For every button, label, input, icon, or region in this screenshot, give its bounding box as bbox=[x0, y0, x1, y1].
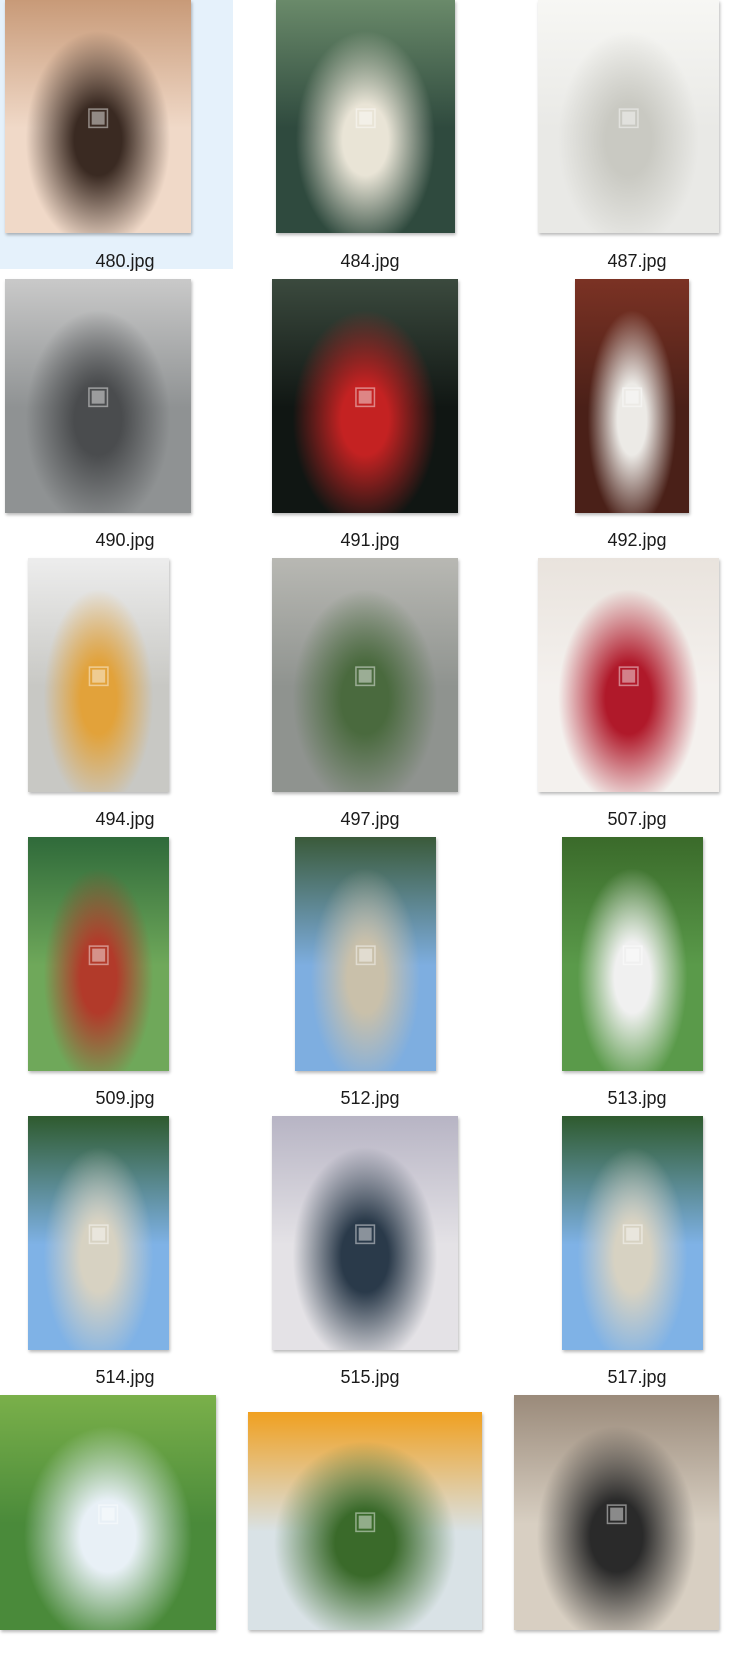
thumbnail-area: ▣ bbox=[245, 279, 495, 524]
image-thumbnail-icon: ▣ bbox=[353, 939, 378, 969]
file-name-label: 491.jpg bbox=[340, 530, 400, 550]
thumbnail-area: ▣ bbox=[512, 1395, 747, 1640]
image-thumbnail[interactable]: ▣ bbox=[5, 0, 191, 233]
image-thumbnail-icon: ▣ bbox=[352, 381, 378, 411]
thumbnail-area: ▣ bbox=[512, 0, 747, 245]
image-thumbnail-icon: ▣ bbox=[85, 381, 111, 411]
file-item[interactable]: ▣ 484.jpg bbox=[245, 0, 495, 280]
file-item[interactable]: ▣ 494.jpg bbox=[0, 558, 250, 838]
file-name-label: 512.jpg bbox=[340, 1088, 400, 1108]
image-thumbnail[interactable]: ▣ bbox=[295, 837, 436, 1071]
file-item[interactable]: ▣ bbox=[512, 1395, 747, 1675]
thumbnail-area: ▣ bbox=[245, 1116, 495, 1361]
image-thumbnail-icon: ▣ bbox=[86, 1218, 111, 1248]
file-item[interactable]: ▣ bbox=[0, 1395, 250, 1675]
file-item[interactable]: ▣ 512.jpg bbox=[245, 837, 495, 1117]
file-name-label: 515.jpg bbox=[340, 1367, 400, 1387]
image-thumbnail-icon: ▣ bbox=[604, 1497, 629, 1528]
image-thumbnail-icon: ▣ bbox=[86, 939, 111, 969]
file-item[interactable]: ▣ 497.jpg bbox=[245, 558, 495, 838]
file-item[interactable]: ▣ 507.jpg bbox=[512, 558, 747, 838]
file-item[interactable]: ▣ 492.jpg bbox=[512, 279, 747, 559]
thumbnail-area: ▣ bbox=[0, 0, 250, 245]
thumbnail-area: ▣ bbox=[245, 0, 495, 245]
image-thumbnail-icon: ▣ bbox=[616, 101, 641, 132]
file-name-label: 494.jpg bbox=[95, 809, 155, 829]
file-item[interactable]: ▣ 517.jpg bbox=[512, 1116, 747, 1396]
file-item[interactable]: ▣ 514.jpg bbox=[0, 1116, 250, 1396]
image-thumbnail-icon: ▣ bbox=[620, 1218, 645, 1248]
image-thumbnail-icon: ▣ bbox=[620, 939, 645, 969]
thumbnail-area: ▣ bbox=[512, 837, 747, 1082]
image-thumbnail-icon: ▣ bbox=[619, 381, 645, 411]
file-item[interactable]: ▣ 513.jpg bbox=[512, 837, 747, 1117]
file-name-label: 487.jpg bbox=[607, 251, 667, 271]
image-thumbnail[interactable]: ▣ bbox=[272, 1116, 458, 1350]
file-grid: ▣ 480.jpg ▣ 484.jpg ▣ 487.jpg ▣ 490.jpg ▣ 491.jpg… bbox=[0, 0, 747, 1630]
image-thumbnail[interactable]: ▣ bbox=[28, 558, 169, 792]
thumbnail-area: ▣ bbox=[512, 1116, 747, 1361]
image-thumbnail-icon: ▣ bbox=[352, 1506, 378, 1536]
image-thumbnail[interactable]: ▣ bbox=[538, 558, 719, 792]
image-thumbnail-icon: ▣ bbox=[85, 101, 111, 132]
image-thumbnail[interactable]: ▣ bbox=[575, 279, 689, 513]
image-thumbnail-icon: ▣ bbox=[616, 660, 641, 690]
file-name-label: 497.jpg bbox=[340, 809, 400, 829]
file-item[interactable]: ▣ 487.jpg bbox=[512, 0, 747, 280]
image-thumbnail[interactable]: ▣ bbox=[5, 279, 191, 513]
image-thumbnail-icon: ▣ bbox=[353, 101, 378, 132]
image-thumbnail-icon: ▣ bbox=[95, 1497, 121, 1528]
image-thumbnail[interactable]: ▣ bbox=[514, 1395, 719, 1630]
file-item[interactable]: ▣ 491.jpg bbox=[245, 279, 495, 559]
image-thumbnail[interactable]: ▣ bbox=[248, 1412, 482, 1630]
image-thumbnail-icon: ▣ bbox=[86, 660, 111, 690]
file-name-label: 513.jpg bbox=[607, 1088, 667, 1108]
image-thumbnail[interactable]: ▣ bbox=[272, 558, 458, 792]
thumbnail-area: ▣ bbox=[245, 1395, 495, 1640]
file-name-label: 509.jpg bbox=[95, 1088, 155, 1108]
image-thumbnail[interactable]: ▣ bbox=[562, 837, 703, 1071]
thumbnail-area: ▣ bbox=[0, 558, 250, 803]
thumbnail-area: ▣ bbox=[0, 1116, 250, 1361]
file-item[interactable]: ▣ 480.jpg bbox=[0, 0, 233, 271]
file-name-label: 514.jpg bbox=[95, 1367, 155, 1387]
thumbnail-area: ▣ bbox=[0, 837, 250, 1082]
file-item[interactable]: ▣ bbox=[245, 1395, 495, 1675]
image-thumbnail[interactable]: ▣ bbox=[272, 279, 458, 513]
file-item[interactable]: ▣ 509.jpg bbox=[0, 837, 250, 1117]
thumbnail-area: ▣ bbox=[0, 279, 250, 524]
file-name-label: 480.jpg bbox=[95, 251, 155, 271]
thumbnail-area: ▣ bbox=[512, 558, 747, 803]
file-item[interactable]: ▣ 515.jpg bbox=[245, 1116, 495, 1396]
thumbnail-area: ▣ bbox=[0, 1395, 250, 1640]
image-thumbnail[interactable]: ▣ bbox=[538, 0, 719, 233]
image-thumbnail[interactable]: ▣ bbox=[0, 1395, 216, 1630]
file-name-label: 484.jpg bbox=[340, 251, 400, 271]
image-thumbnail[interactable]: ▣ bbox=[562, 1116, 703, 1350]
thumbnail-area: ▣ bbox=[512, 279, 747, 524]
thumbnail-area: ▣ bbox=[245, 558, 495, 803]
image-thumbnail-icon: ▣ bbox=[352, 660, 378, 690]
thumbnail-area: ▣ bbox=[245, 837, 495, 1082]
file-name-label: 507.jpg bbox=[607, 809, 667, 829]
file-item[interactable]: ▣ 490.jpg bbox=[0, 279, 250, 559]
image-thumbnail[interactable]: ▣ bbox=[276, 0, 455, 233]
file-name-label: 517.jpg bbox=[607, 1367, 667, 1387]
file-name-label: 490.jpg bbox=[95, 530, 155, 550]
image-thumbnail[interactable]: ▣ bbox=[28, 837, 169, 1071]
image-thumbnail[interactable]: ▣ bbox=[28, 1116, 169, 1350]
image-thumbnail-icon: ▣ bbox=[352, 1218, 378, 1248]
file-name-label: 492.jpg bbox=[607, 530, 667, 550]
